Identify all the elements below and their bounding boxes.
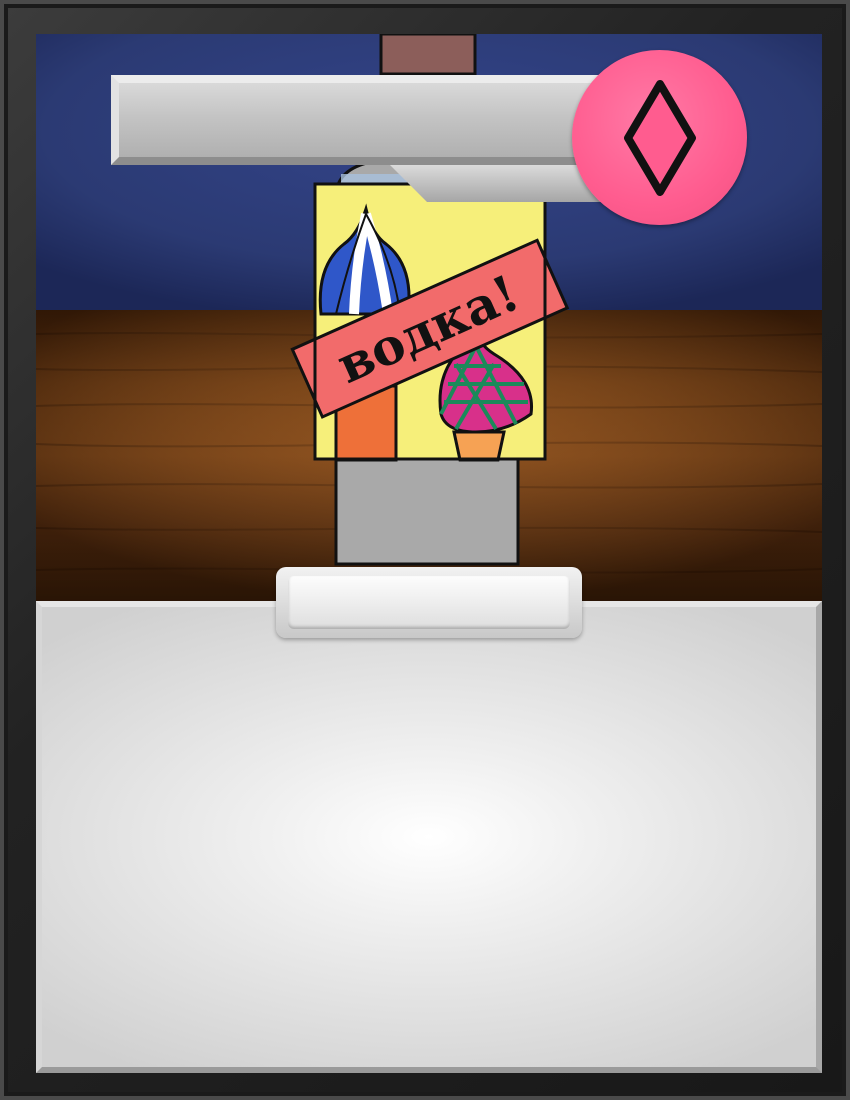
suit-badge [572, 50, 747, 225]
cost-value [288, 576, 570, 629]
cost-tab [276, 567, 582, 638]
card-frame: водка! [0, 0, 850, 1100]
diamond-icon [623, 79, 696, 196]
rules-text-box [36, 601, 822, 1073]
card-name-bar [111, 75, 631, 165]
